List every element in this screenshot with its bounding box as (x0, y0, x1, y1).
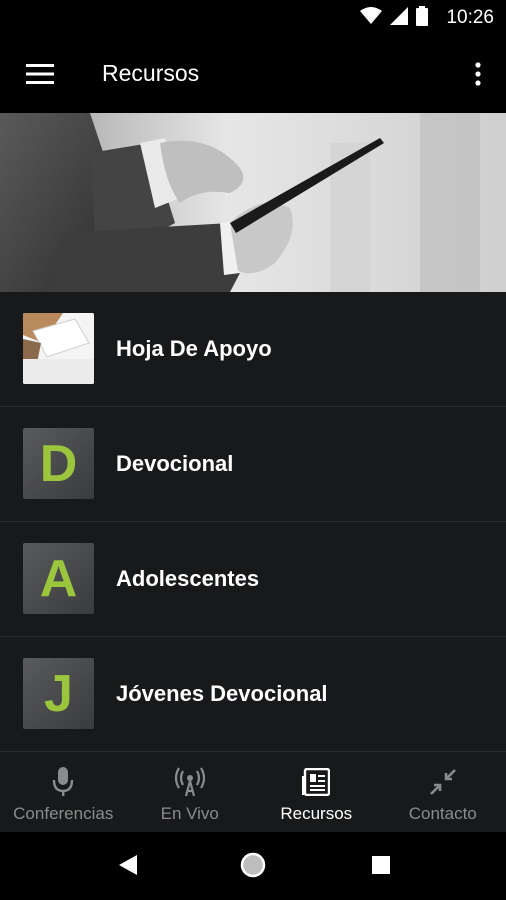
nav-item-conferencias[interactable]: Conferencias (0, 752, 127, 832)
status-time: 10:26 (446, 7, 494, 28)
list-item-jovenes-devocional[interactable]: J Jóvenes Devocional (0, 637, 506, 752)
item-label: Devocional (116, 451, 234, 476)
item-thumbnail-letter: D (23, 428, 94, 499)
recents-button[interactable] (366, 852, 396, 882)
back-button[interactable] (113, 852, 143, 882)
newspaper-icon (300, 766, 332, 798)
nav-label: En Vivo (160, 804, 219, 823)
status-bar: 10:26 (0, 0, 506, 36)
back-triangle-icon (119, 854, 137, 880)
nav-label: Contacto (408, 804, 477, 823)
list-item-devocional[interactable]: D Devocional (0, 407, 506, 522)
compress-arrows-icon (427, 766, 459, 798)
bottom-navigation: Conferencias En Vivo Recursos Contacto (0, 752, 506, 832)
item-thumbnail-letter: J (23, 658, 94, 729)
more-options-button[interactable] (466, 56, 490, 96)
list-item-adolescentes[interactable]: A Adolescentes (0, 522, 506, 637)
wifi-icon (360, 6, 382, 30)
hamburger-menu-icon (26, 63, 54, 89)
nav-label: Conferencias (13, 804, 114, 823)
menu-button[interactable] (20, 56, 60, 96)
cell-signal-icon (390, 6, 408, 30)
item-label: Jóvenes Devocional (116, 681, 328, 706)
thumbnail-letter: J (44, 664, 73, 723)
home-circle-icon (239, 851, 267, 884)
page-title: Recursos (102, 60, 200, 86)
status-icons (360, 5, 428, 31)
nav-item-en-vivo[interactable]: En Vivo (127, 752, 254, 832)
broadcast-icon (174, 766, 206, 798)
recents-square-icon (372, 855, 390, 879)
microphone-icon (47, 766, 79, 798)
home-button[interactable] (238, 852, 268, 882)
thumbnail-letter: A (39, 549, 78, 608)
item-thumbnail-letter: A (23, 543, 94, 614)
item-label: Hoja De Apoyo (116, 336, 272, 361)
nav-label: Recursos (280, 804, 353, 823)
item-label: Adolescentes (116, 566, 260, 591)
more-vertical-icon (475, 61, 481, 91)
nav-item-recursos[interactable]: Recursos (253, 752, 380, 832)
list-item-hoja-de-apoyo[interactable]: Hoja De Apoyo (0, 292, 506, 407)
battery-icon (416, 5, 428, 31)
system-navigation-bar (0, 832, 506, 900)
thumbnail-letter: D (39, 434, 78, 493)
hero-banner-image (0, 113, 506, 292)
resource-list: Hoja De Apoyo D Devocional A Adolescente… (0, 292, 506, 752)
item-thumbnail-paper (23, 313, 94, 384)
nav-item-contacto[interactable]: Contacto (380, 752, 506, 832)
app-bar: Recursos (0, 36, 506, 113)
